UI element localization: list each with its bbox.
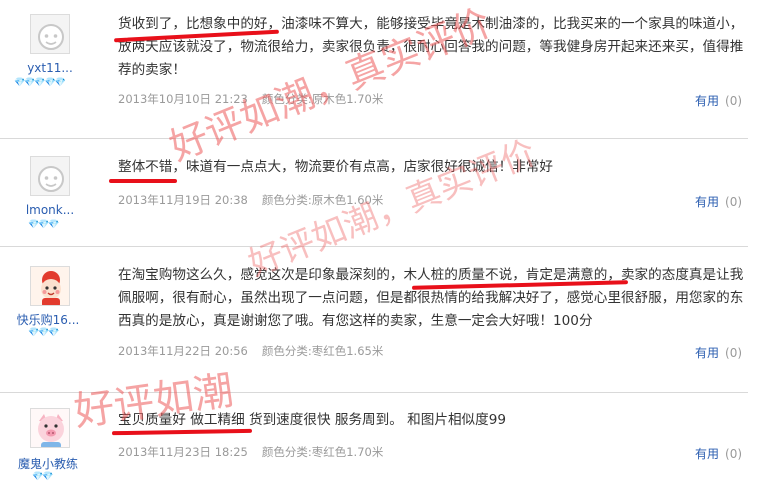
sku-info: 颜色分类:原木色1.70米	[261, 92, 384, 106]
helpful-count: (0)	[725, 94, 743, 108]
highlight-underline	[109, 179, 177, 183]
rank-diamonds: 💎💎💎	[28, 328, 60, 338]
review-date: 2013年11月23日 18:25	[118, 445, 248, 459]
helpful-label[interactable]: 有用	[695, 447, 719, 461]
helpful-label[interactable]: 有用	[695, 195, 719, 209]
helpful-button[interactable]: 有用 (0)	[695, 344, 742, 361]
default-avatar[interactable]	[30, 156, 70, 196]
separator	[0, 138, 748, 139]
rank-diamonds: 💎💎	[32, 472, 53, 482]
helpful-label[interactable]: 有用	[695, 346, 719, 360]
review-date: 2013年11月19日 20:38	[118, 193, 248, 207]
review-meta: 2013年11月23日 18:25 颜色分类:枣红色1.70米	[118, 444, 383, 460]
review-text: 货收到了，比想象中的好，油漆味不算大，能够接受毕竟是木制油漆的，比我买来的一个家…	[118, 16, 744, 78]
sku-info: 颜色分类:枣红色1.65米	[261, 344, 384, 358]
helpful-button[interactable]: 有用 (0)	[695, 193, 742, 210]
helpful-count: (0)	[725, 195, 743, 209]
username[interactable]: yxt11...	[10, 61, 90, 75]
face-icon	[38, 166, 64, 192]
review-date: 2013年10月10日 21:23	[118, 92, 248, 106]
sku-info: 颜色分类:原木色1.60米	[261, 193, 384, 207]
sku-info: 颜色分类:枣红色1.70米	[261, 445, 384, 459]
review-text: 整体不错，味道有一点点大，物流要价有点高，店家很好很诚信！非常好	[118, 159, 553, 175]
rank-diamonds: 💎💎💎💎💎	[14, 78, 66, 88]
rank-diamonds: 💎💎💎	[28, 220, 60, 230]
separator	[0, 246, 748, 247]
face-icon	[38, 24, 64, 50]
helpful-button[interactable]: 有用 (0)	[695, 92, 742, 109]
review-meta: 2013年11月22日 20:56 颜色分类:枣红色1.65米	[118, 343, 383, 359]
helpful-count: (0)	[725, 447, 743, 461]
default-avatar[interactable]	[30, 14, 70, 54]
user-avatar[interactable]	[30, 408, 70, 448]
user-avatar[interactable]	[30, 266, 70, 306]
helpful-label[interactable]: 有用	[695, 94, 719, 108]
username[interactable]: 快乐购16...	[8, 311, 88, 328]
username[interactable]: lmonk...	[10, 203, 90, 217]
cartoon-character-icon	[31, 267, 69, 305]
piggy-character-icon	[31, 409, 69, 447]
helpful-button[interactable]: 有用 (0)	[695, 445, 742, 462]
review-text: 在淘宝购物这么久，感觉这次是印象最深刻的，木人桩的质量不说，肯定是满意的，卖家的…	[118, 267, 744, 329]
review-meta: 2013年10月10日 21:23 颜色分类:原木色1.70米	[118, 91, 383, 107]
review-date: 2013年11月22日 20:56	[118, 344, 248, 358]
review-meta: 2013年11月19日 20:38 颜色分类:原木色1.60米	[118, 192, 383, 208]
separator	[0, 392, 748, 393]
username[interactable]: 魔鬼小教练	[8, 455, 88, 472]
helpful-count: (0)	[725, 346, 743, 360]
